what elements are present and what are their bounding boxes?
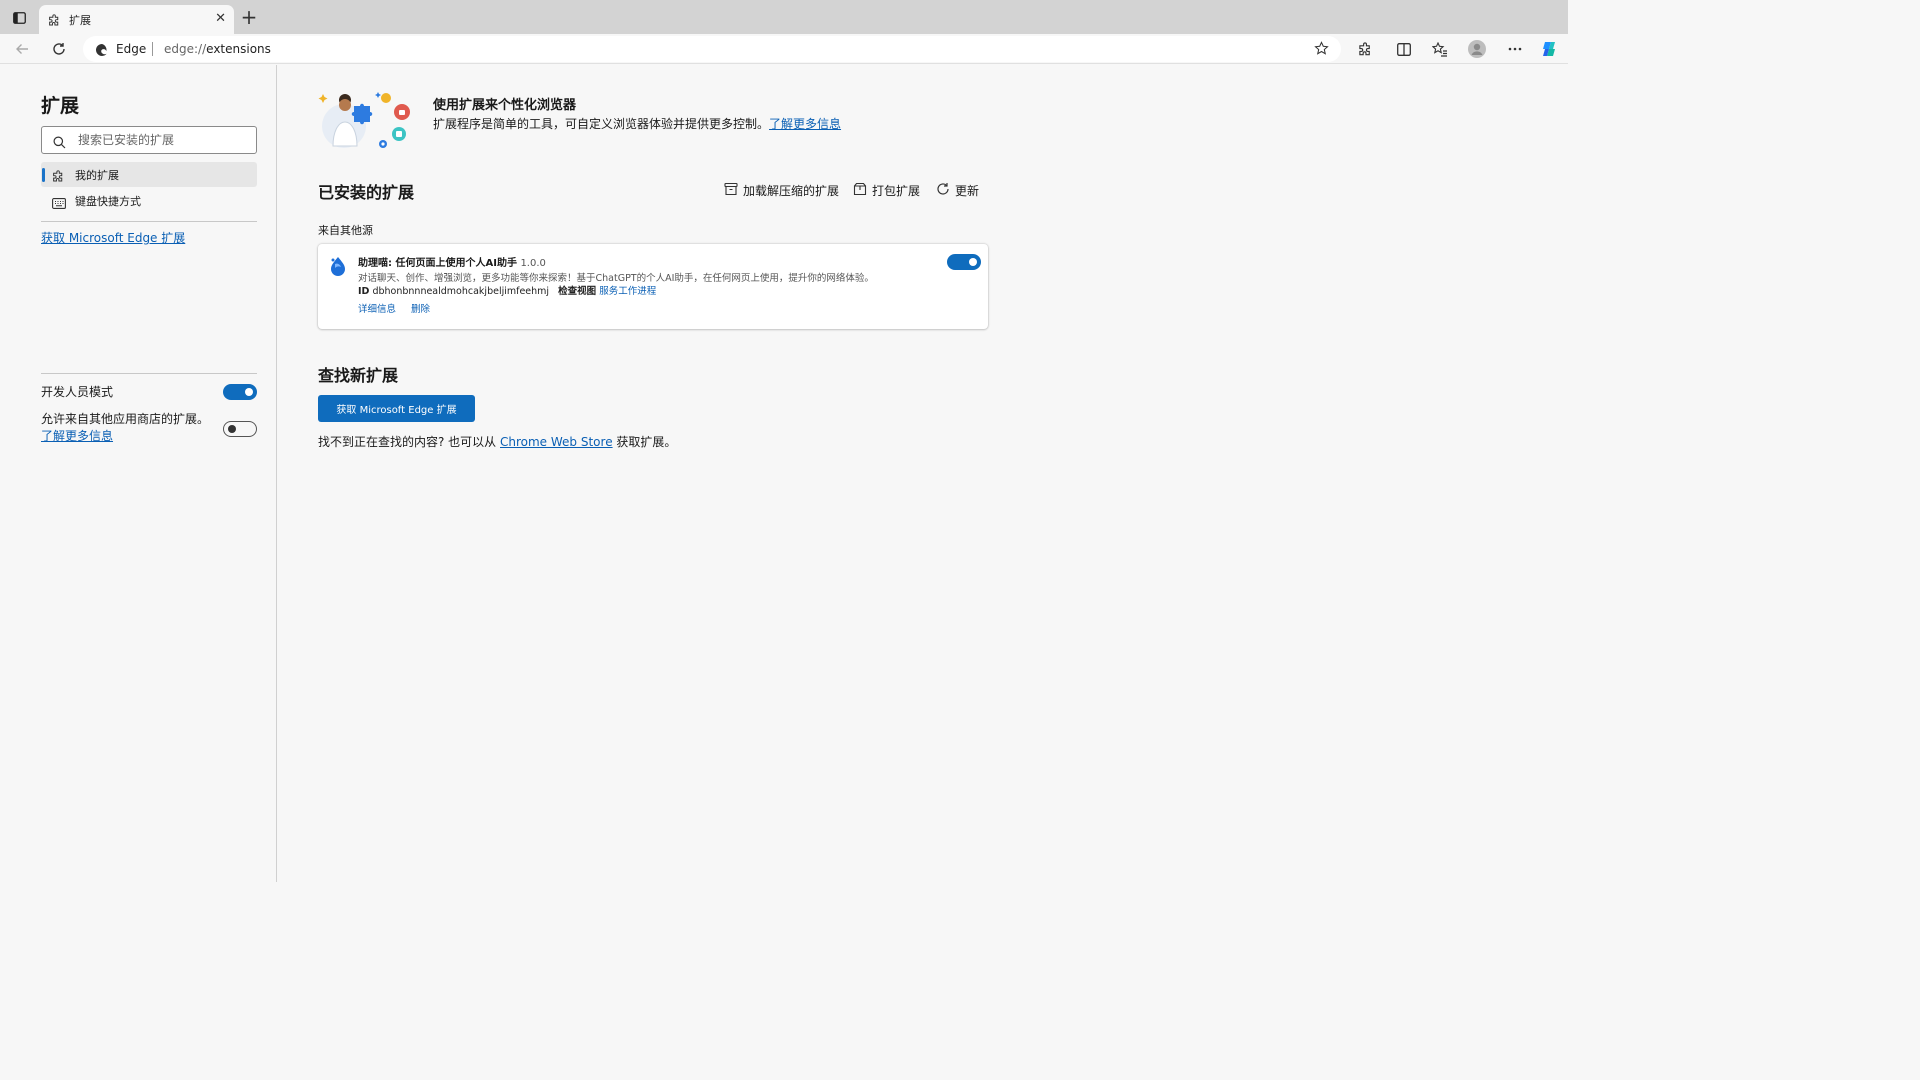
address-separator [152,42,153,56]
address-bar[interactable]: Edge edge://extensions [83,36,1341,62]
remove-link[interactable]: 删除 [411,304,430,315]
pack-extension-button[interactable]: 打包扩展 [853,182,920,199]
url-text[interactable]: edge://extensions [164,42,271,56]
extension-name-text: 助理喵: 任何页面上使用个人AI助手 [358,258,517,269]
allow-other-stores-toggle[interactable] [223,421,257,437]
find-extensions-text: 找不到正在查找的内容? 也可以从 Chrome Web Store 获取扩展。 [318,433,676,450]
sidebar-divider [41,221,257,222]
chrome-web-store-link[interactable]: Chrome Web Store [500,435,613,449]
sidebar-title: 扩展 [41,95,80,117]
installed-extensions-title: 已安装的扩展 [318,183,415,202]
back-arrow-icon[interactable] [13,40,31,58]
update-label: 更新 [955,184,980,198]
get-edge-extensions-link[interactable]: 获取 Microsoft Edge 扩展 [41,229,185,246]
archive-box-icon [724,182,738,199]
extension-name: 助理喵: 任何页面上使用个人AI助手 1.0.0 [358,254,546,269]
puzzle-icon [52,168,65,187]
copilot-icon[interactable] [1540,40,1558,58]
load-unpacked-label: 加载解压缩的扩展 [743,184,840,198]
extension-logo-icon [329,256,347,280]
allow-other-stores-text: 允许来自其他应用商店的扩展。了解更多信息 [41,411,219,445]
refresh-icon [936,182,950,199]
sidebar-item-label: 键盘快捷方式 [75,195,141,208]
extension-id: dbhonbnnnealdmohcakjbeljimfeehmj [372,286,550,297]
update-button[interactable]: 更新 [936,182,979,199]
toggle-knob [245,388,253,396]
get-edge-extensions-button[interactable]: 获取 Microsoft Edge 扩展 [318,395,475,422]
developer-mode-label: 开发人员模式 [41,385,114,399]
site-name: Edge [116,42,147,56]
tab-strip: 扩展 ✕ + [0,0,1568,34]
extension-links: 详细信息 删除 [358,301,442,315]
tab-title: 扩展 [69,14,91,27]
sidebar: 扩展 我的扩展 键盘快捷方式 获取 Microsoft Edge 扩展 开发人员… [0,65,277,882]
sidebar-item-keyboard-shortcuts[interactable]: 键盘快捷方式 [41,188,257,213]
puzzle-icon [48,12,61,31]
hero-learn-more-link[interactable]: 了解更多信息 [769,117,841,131]
hero-description: 扩展程序是简单的工具，可自定义浏览器体验并提供更多控制。了解更多信息 [433,115,841,132]
toggle-knob [228,425,236,433]
keyboard-icon [52,194,66,213]
tab-extensions[interactable]: 扩展 ✕ [39,5,234,34]
package-icon [853,182,867,199]
inspect-views-label: 检查视图 [558,286,597,297]
learn-more-link[interactable]: 了解更多信息 [41,429,113,443]
toggle-knob [969,258,977,266]
load-unpacked-button[interactable]: 加载解压缩的扩展 [724,182,839,199]
find-new-extensions-title: 查找新扩展 [318,366,399,385]
toolbar: Edge edge://extensions [0,34,1568,64]
developer-mode-toggle[interactable] [223,384,257,400]
new-tab-plus-icon[interactable]: + [240,7,258,27]
extension-description: 对话聊天、创作、增强浏览，更多功能等你来探索！基于ChatGPT的个人AI助手，… [358,273,874,284]
tab-actions-icon[interactable] [9,9,29,27]
find-text-before: 找不到正在查找的内容? 也可以从 [318,435,500,449]
search-box[interactable] [41,126,257,154]
refresh-icon[interactable] [50,40,68,58]
find-text-after: 获取扩展。 [612,435,677,449]
service-worker-link[interactable]: 服务工作进程 [599,286,656,297]
extension-version: 1.0.0 [520,258,546,269]
search-input[interactable] [78,131,248,149]
sidebar-item-label: 我的扩展 [75,169,119,182]
sidebar-divider [41,373,257,374]
search-icon [53,134,66,153]
star-icon[interactable] [1314,41,1329,60]
pack-extension-label: 打包扩展 [872,184,921,198]
profile-avatar-icon[interactable] [1468,40,1486,58]
extension-id-label: ID [358,286,370,297]
url-scheme: edge:// [164,42,207,56]
extensions-puzzle-icon[interactable] [1356,40,1374,58]
sidebar-item-my-extensions[interactable]: 我的扩展 [41,162,257,187]
more-menu-icon[interactable] [1506,40,1524,58]
hero-title: 使用扩展来个性化浏览器 [433,98,577,113]
extensions-hero-illustration [318,88,418,152]
details-link[interactable]: 详细信息 [358,304,396,315]
extension-card: 助理喵: 任何页面上使用个人AI助手 1.0.0 对话聊天、创作、增强浏览，更多… [318,244,988,329]
split-screen-icon[interactable] [1395,40,1413,58]
favorites-icon[interactable] [1431,40,1449,58]
allow-other-stores-label: 允许来自其他应用商店的扩展。 [41,412,210,426]
extension-id-row: ID dbhonbnnnealdmohcakjbeljimfeehmj 检查视图… [358,283,656,297]
edge-logo-icon [95,42,109,61]
extension-enabled-toggle[interactable] [947,254,981,270]
url-path: extensions [206,42,271,56]
other-sources-label: 来自其他源 [318,224,373,237]
hero-description-text: 扩展程序是简单的工具，可自定义浏览器体验并提供更多控制。 [433,117,770,131]
close-icon[interactable]: ✕ [215,12,226,26]
